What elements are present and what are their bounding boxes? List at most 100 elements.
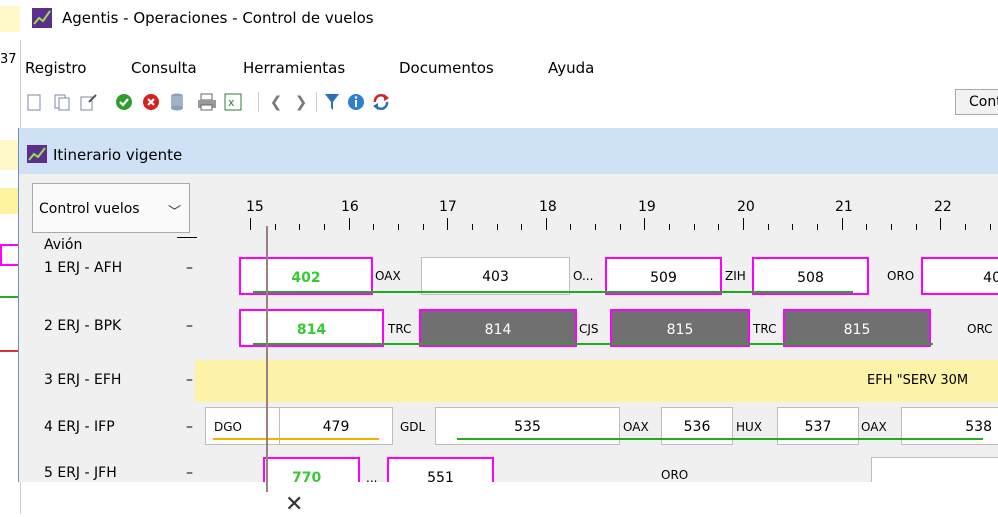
current-time-line[interactable] <box>266 226 268 492</box>
export-excel-icon[interactable]: x <box>223 92 243 112</box>
axis-tick <box>743 218 744 230</box>
refresh-icon[interactable] <box>371 92 391 112</box>
station-orc: ORC <box>967 322 993 336</box>
cancel-icon[interactable] <box>141 92 161 112</box>
axis-tick <box>890 224 892 230</box>
mouse-cursor-x-icon: ✕ <box>285 492 304 517</box>
row-label-efh[interactable]: 3 ERJ - EFH <box>44 372 121 388</box>
prev-icon[interactable]: ❮ <box>266 92 286 112</box>
row-label-jfh[interactable]: 5 ERJ - JFH <box>44 465 117 481</box>
flight-403[interactable]: 403 <box>421 257 570 295</box>
menu-documentos[interactable]: Documentos <box>399 59 494 77</box>
header-divider <box>177 237 197 238</box>
menu-consulta[interactable]: Consulta <box>131 59 197 77</box>
hour-19: 19 <box>638 199 656 215</box>
row-dash: – <box>186 419 193 435</box>
station-trc: TRC <box>388 322 412 336</box>
copy-doc-icon[interactable] <box>52 92 72 112</box>
itinerario-content: Control vuelos ﹀ Avión 1 ERJ - AFH 2 ERJ… <box>19 174 998 482</box>
next-icon[interactable]: ❯ <box>291 92 311 112</box>
strip-yellow-1 <box>0 6 20 32</box>
strip-yellow-3 <box>0 188 20 214</box>
menu-registro[interactable]: Registro <box>25 59 86 77</box>
row-dash: – <box>186 372 193 388</box>
axis-tick <box>841 218 843 230</box>
station-trc-2: TRC <box>753 322 777 336</box>
control-vuelos-dropdown[interactable]: Control vuelos ﹀ <box>32 183 190 233</box>
itinerario-title: Itinerario vigente <box>53 146 183 164</box>
axis-tick <box>792 224 794 230</box>
strip-fragment-text: 37 <box>0 52 17 67</box>
on-time-line-ifp <box>457 438 983 440</box>
database-icon[interactable] <box>167 92 187 112</box>
axis-tick <box>693 224 695 230</box>
flight-509[interactable]: 509 <box>605 257 722 295</box>
flight-551[interactable]: 551 <box>387 457 494 482</box>
menu-herramientas[interactable]: Herramientas <box>243 59 345 77</box>
menu-ayuda[interactable]: Ayuda <box>548 59 594 77</box>
flight-814b[interactable]: 814 <box>419 309 577 347</box>
svg-text:x: x <box>228 96 235 109</box>
menu-bar: Registro Consulta Herramientas Documento… <box>20 54 998 82</box>
cont-button[interactable]: Cont <box>955 89 998 115</box>
station-oax: OAX <box>375 269 401 283</box>
row-label-bpk[interactable]: 2 ERJ - BPK <box>44 318 121 334</box>
row-label-afh[interactable]: 1 ERJ - AFH <box>44 260 122 276</box>
axis-tick <box>989 224 991 230</box>
axis-tick <box>718 224 720 230</box>
flight-40x[interactable]: 40 <box>921 257 998 295</box>
hour-22: 22 <box>934 199 952 215</box>
filter-icon[interactable] <box>322 92 342 112</box>
station-oro-2: ORO <box>661 468 689 482</box>
delay-line-ifp <box>213 438 379 440</box>
itinerario-window: Itinerario vigente Control vuelos ﹀ Avió… <box>18 128 998 482</box>
info-icon[interactable] <box>346 92 366 112</box>
hour-15: 15 <box>246 199 264 215</box>
new-doc-icon[interactable] <box>24 92 44 112</box>
flight-402[interactable]: 402 <box>239 257 373 295</box>
on-time-line-afh <box>253 291 853 293</box>
flight-770[interactable]: 770 <box>263 457 360 482</box>
row-label-ifp[interactable]: 4 ERJ - IFP <box>44 419 115 435</box>
flight-815b[interactable]: 815 <box>783 309 931 347</box>
axis-tick <box>595 224 597 230</box>
flight-508[interactable]: 508 <box>752 257 869 295</box>
axis-tick <box>545 218 547 230</box>
toolbar: x ❮ ❯ Cont <box>20 88 998 118</box>
hour-18: 18 <box>539 199 557 215</box>
print-icon[interactable] <box>197 92 217 112</box>
axis-tick <box>274 224 276 230</box>
station-oax-2: OAX <box>623 420 649 434</box>
axis-tick <box>619 224 621 230</box>
flight-block-jfh[interactable] <box>871 457 998 482</box>
station-oax-3: OAX <box>861 420 887 434</box>
station-hux: HUX <box>736 420 763 434</box>
accept-icon[interactable] <box>114 92 134 112</box>
station-zih: ZIH <box>725 269 746 283</box>
axis-tick <box>816 224 818 230</box>
axis-tick <box>422 224 424 230</box>
strip-green-line <box>0 296 20 298</box>
maintenance-label: EFH "SERV 30M <box>867 373 969 388</box>
row-dash: – <box>186 318 193 334</box>
flight-814[interactable]: 814 <box>239 309 384 347</box>
axis-tick <box>866 224 868 230</box>
hour-16: 16 <box>341 199 359 215</box>
avion-column-header: Avión <box>44 237 83 253</box>
chevron-down-icon: ﹀ <box>167 205 181 220</box>
agentis-window-icon <box>27 145 47 163</box>
edit-doc-icon[interactable] <box>79 92 99 112</box>
axis-tick <box>915 224 917 230</box>
axis-tick <box>767 224 769 230</box>
dropdown-value: Control vuelos <box>39 201 140 217</box>
axis-tick <box>397 224 399 230</box>
flight-815[interactable]: 815 <box>610 309 750 347</box>
gantt-chart[interactable]: 15 16 17 18 19 20 21 22 402 OAX 403 O...… <box>195 174 998 482</box>
axis-tick <box>471 224 473 230</box>
station-gdl: GDL <box>400 420 426 434</box>
axis-tick <box>373 224 375 230</box>
axis-tick <box>570 224 572 230</box>
axis-tick <box>669 224 671 230</box>
axis-tick <box>348 218 350 230</box>
station-cjs: CJS <box>579 322 599 336</box>
